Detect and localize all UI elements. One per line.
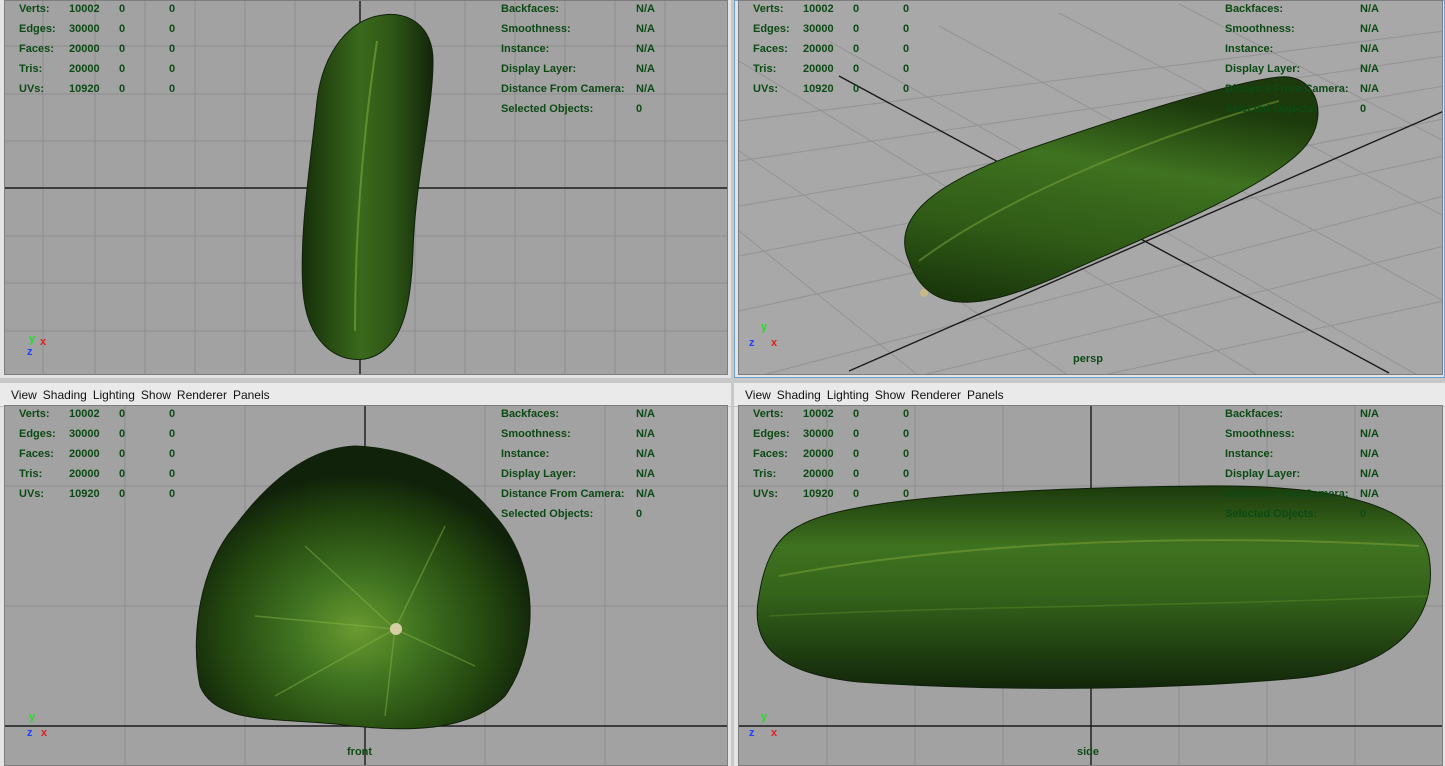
axis-gizmo-top: yxz: [27, 333, 47, 358]
menu-lighting[interactable]: Lighting: [90, 388, 138, 402]
menubar-front: View Shading Lighting Show Renderer Pane…: [0, 383, 731, 407]
grid-front: [5, 406, 727, 765]
panel-side: View Shading Lighting Show Renderer Pane…: [734, 383, 1445, 766]
axis-gizmo-persp: yxz: [749, 321, 778, 349]
menu-show[interactable]: Show: [138, 388, 174, 402]
menu-renderer[interactable]: Renderer: [908, 388, 964, 402]
panel-persp: Verts: 10002 0 0 Edges: 30000 0 0 Faces: 20000 0…: [734, 0, 1445, 378]
cucumber-side: [756, 485, 1431, 689]
axis-gizmo-front: yxz: [27, 711, 48, 739]
panel-top: Verts: 10002 0 0 Edges: 30000 0 0 Faces: 20000 0…: [0, 0, 731, 378]
stem-end: [390, 623, 402, 635]
axis-gizmo-side: yxz: [749, 711, 778, 739]
menu-renderer[interactable]: Renderer: [174, 388, 230, 402]
grid-persp: [739, 1, 1442, 374]
menu-view[interactable]: View: [742, 388, 774, 402]
menu-panels[interactable]: Panels: [230, 388, 273, 402]
viewport-top[interactable]: Verts: 10002 0 0 Edges: 30000 0 0 Faces: 20000 0…: [4, 0, 728, 375]
viewport-front[interactable]: Verts: 10002 0 0 Edges: 30000 0 0 Faces: 20000 0…: [4, 405, 728, 766]
viewport-side[interactable]: Verts: 10002 0 0 Edges: 30000 0 0 Faces: 20000 0…: [738, 405, 1443, 766]
camera-label-front: front: [347, 746, 373, 758]
menu-panels[interactable]: Panels: [964, 388, 1007, 402]
menu-shading[interactable]: Shading: [40, 388, 90, 402]
cucumber-front: [195, 445, 531, 730]
cucumber-top: [301, 13, 434, 360]
menu-shading[interactable]: Shading: [774, 388, 824, 402]
camera-label-persp: persp: [1073, 353, 1103, 365]
menubar-side: View Shading Lighting Show Renderer Pane…: [734, 383, 1445, 407]
menu-lighting[interactable]: Lighting: [824, 388, 872, 402]
grid-top: [5, 1, 727, 374]
viewport-persp[interactable]: Verts: 10002 0 0 Edges: 30000 0 0 Faces: 20000 0…: [738, 0, 1443, 375]
menu-show[interactable]: Show: [872, 388, 908, 402]
grid-side: [739, 406, 1442, 765]
panel-front: View Shading Lighting Show Renderer Pane…: [0, 383, 731, 766]
camera-label-side: side: [1077, 746, 1100, 758]
menu-view[interactable]: View: [8, 388, 40, 402]
